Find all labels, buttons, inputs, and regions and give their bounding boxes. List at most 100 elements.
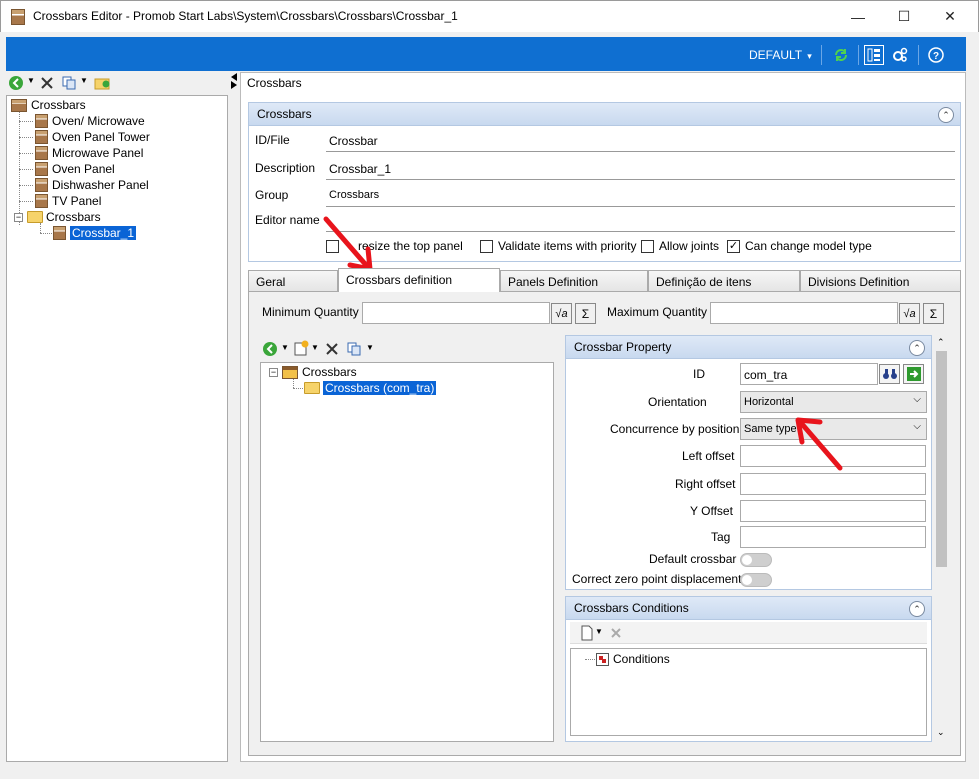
tag-input[interactable] [740,526,926,548]
checkbox-box[interactable] [641,239,654,253]
tree-item[interactable]: Oven Panel [35,161,115,177]
panel-icon [35,178,48,192]
back-icon[interactable] [8,75,24,91]
chevron-down-icon[interactable]: ▼ [80,76,88,85]
collapse-up-icon[interactable]: ⌃ [909,601,925,617]
crossbar-definition-tree[interactable]: − Crossbars Crossbars (com_tra) [260,362,554,742]
tab-divisions-definition[interactable]: Divisions Definition [800,270,961,292]
editor-name-input[interactable] [326,210,955,232]
new-item-icon[interactable] [293,339,311,357]
refresh-icon[interactable] [831,45,851,65]
tree-item[interactable]: Dishwasher Panel [35,177,149,193]
default-crossbar-toggle[interactable] [740,553,772,567]
checkbox-box[interactable] [326,239,339,253]
profile-dropdown[interactable]: DEFAULT ▾ [749,48,812,62]
gears-icon[interactable] [890,45,910,65]
formula-button[interactable]: √a [551,303,572,324]
binoculars-icon[interactable] [879,364,900,384]
checkmark-icon[interactable]: ✓ [727,239,740,253]
min-quantity-input[interactable] [362,302,550,324]
validate-priority-checkbox[interactable]: Validate items with priority [480,239,637,253]
tree-root[interactable]: − Crossbars [269,364,357,380]
maximize-button[interactable]: ☐ [881,1,927,32]
layout-icon[interactable] [864,45,884,65]
formula-button[interactable]: √a [899,303,920,324]
collapse-left-icon[interactable] [229,72,239,90]
tree-folder[interactable]: − Crossbars [14,209,101,225]
left-toolbar: ▼ ▼ [6,72,228,94]
chevron-down-icon: ⌵ [913,421,921,432]
collapse-up-icon[interactable]: ⌃ [909,340,925,356]
id-input[interactable]: com_tra [740,363,878,385]
id-file-label: ID/File [255,133,290,147]
delete-icon[interactable] [610,627,622,639]
delete-icon[interactable] [325,342,339,356]
right-offset-label: Right offset [675,477,736,491]
library-tree[interactable]: Crossbars Oven/ Microwave Oven Panel Tow… [6,95,228,762]
scroll-up-icon[interactable]: ⌃ [937,337,945,348]
y-offset-input[interactable] [740,500,926,522]
tree-item-selected[interactable]: Crossbars (com_tra) [304,380,437,396]
tab-crossbars-definition[interactable]: Crossbars definition [338,268,500,292]
back-icon[interactable] [262,341,278,357]
chevron-down-icon[interactable]: ▼ [311,343,319,352]
conditions-tree[interactable]: Conditions [570,648,927,736]
minimize-button[interactable]: — [835,1,881,32]
splitter[interactable] [228,72,240,762]
right-offset-input[interactable] [740,473,926,495]
id-file-input[interactable]: Crossbar [326,130,955,152]
collapse-box-icon[interactable]: − [14,212,23,222]
tab-item-definition[interactable]: Definição de itens [648,270,800,292]
close-button[interactable]: ✕ [927,1,973,32]
delete-icon[interactable] [40,76,54,90]
help-icon[interactable]: ? [926,45,946,65]
tab-panels-definition[interactable]: Panels Definition [500,270,648,292]
panel-icon [35,194,48,208]
copy-icon[interactable] [346,341,362,357]
tree-item[interactable]: Oven/ Microwave [35,113,145,129]
group-input[interactable]: Crossbars [326,185,955,207]
change-model-type-checkbox[interactable]: ✓ Can change model type [727,239,872,253]
zero-point-label: Correct zero point displacement [572,572,742,586]
max-quantity-input[interactable] [710,302,898,324]
copy-icon[interactable] [61,75,77,91]
sum-button[interactable]: Σ [575,303,596,324]
can-resize-checkbox[interactable]: resize the top panel [326,239,463,253]
description-input[interactable]: Crossbar_1 [326,158,955,180]
default-crossbar-label: Default crossbar [649,552,737,566]
tree-item-selected[interactable]: Crossbar_1 [53,225,137,241]
panel-icon [35,146,48,160]
zero-point-toggle[interactable] [740,573,772,587]
folder-refresh-icon[interactable] [94,75,112,91]
allow-joints-checkbox[interactable]: Allow joints [641,239,719,253]
orientation-select[interactable]: Horizontal ⌵ [740,391,927,413]
vertical-scrollbar[interactable]: ⌃ ⌄ [934,335,949,743]
chevron-down-icon[interactable]: ▼ [27,76,35,85]
scroll-down-icon[interactable]: ⌄ [937,727,945,738]
ribbon-divider [821,45,822,65]
scrollbar-thumb[interactable] [936,351,947,567]
new-document-icon[interactable] [580,625,594,641]
folder-icon [304,382,320,394]
left-offset-input[interactable] [740,445,926,467]
tab-geral[interactable]: Geral [248,270,338,292]
property-panel-header: Crossbar Property ⌃ [565,335,932,359]
tag-label: Tag [711,530,731,544]
tree-root[interactable]: Crossbars [11,97,86,113]
go-arrow-icon[interactable] [903,364,924,384]
checkbox-box[interactable] [480,239,493,253]
tree-item[interactable]: TV Panel [35,193,101,209]
chevron-down-icon: ▾ [807,51,812,61]
concurrence-select[interactable]: Same type ⌵ [740,418,927,440]
tree-item[interactable]: Conditions [596,651,670,667]
sum-button[interactable]: Σ [923,303,944,324]
tree-item[interactable]: Oven Panel Tower [35,129,150,145]
chevron-down-icon[interactable]: ▼ [595,627,603,636]
tree-item[interactable]: Microwave Panel [35,145,143,161]
chevron-down-icon[interactable]: ▼ [366,343,374,352]
collapse-up-icon[interactable]: ⌃ [938,107,954,123]
collapse-box-icon[interactable]: − [269,367,278,377]
group-label: Group [255,188,289,202]
crossbars-icon [11,98,27,112]
chevron-down-icon[interactable]: ▼ [281,343,289,352]
